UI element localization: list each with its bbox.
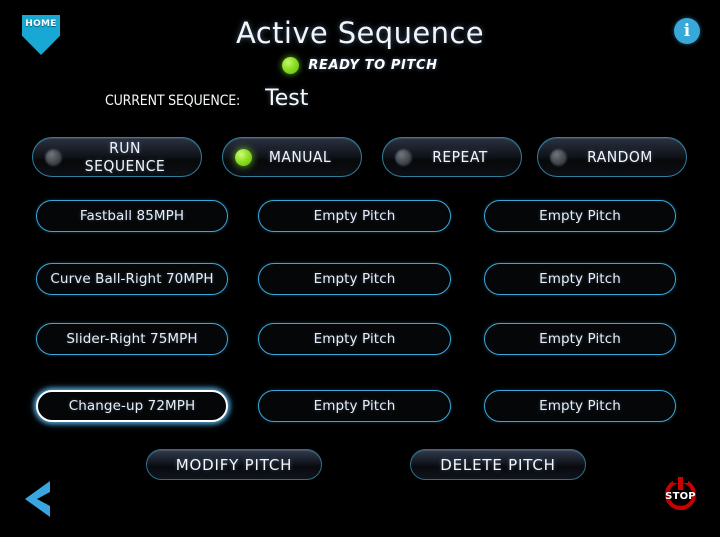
mode-button-label: MANUAL [256, 148, 357, 166]
power-icon-bar [678, 477, 683, 490]
mode-button-label: REPEAT [416, 148, 517, 166]
modify-pitch-button[interactable]: MODIFY PITCH [146, 449, 322, 480]
pitch-slot-label: Fastball 85MPH [80, 208, 184, 224]
pitch-slot-empty[interactable]: Empty Pitch [484, 390, 676, 422]
pitch-slot[interactable]: Curve Ball-Right 70MPH [36, 263, 228, 295]
status-text: READY TO PITCH [308, 58, 437, 73]
mode-button-label: RANDOM [571, 148, 682, 166]
mode-button-run-sequence[interactable]: RUN SEQUENCE [32, 137, 202, 177]
current-sequence-value: Test [265, 86, 308, 111]
mode-button-label: RUN SEQUENCE [67, 139, 196, 175]
modify-pitch-label: MODIFY PITCH [176, 456, 292, 474]
status-led-icon [282, 57, 299, 74]
pitch-slot-empty[interactable]: Empty Pitch [258, 263, 451, 295]
page-title: Active Sequence [0, 16, 720, 50]
mode-led-icon [45, 149, 62, 166]
delete-pitch-label: DELETE PITCH [440, 456, 555, 474]
status-row: READY TO PITCH [0, 57, 720, 74]
pitch-slot-empty[interactable]: Empty Pitch [258, 200, 451, 232]
pitch-slot-label: Empty Pitch [314, 208, 396, 224]
pitch-slot-label: Empty Pitch [314, 331, 396, 347]
current-sequence-row: CURRENT SEQUENCE: Test [105, 86, 308, 111]
stop-button[interactable]: STOP [660, 477, 701, 521]
mode-led-icon [550, 149, 567, 166]
current-sequence-label: CURRENT SEQUENCE: [105, 93, 240, 109]
stop-label: STOP [660, 491, 701, 502]
info-button[interactable]: i [674, 18, 700, 44]
pitch-slot-empty[interactable]: Empty Pitch [484, 200, 676, 232]
pitch-slot-label: Empty Pitch [539, 331, 621, 347]
pitch-slot-empty[interactable]: Empty Pitch [484, 263, 676, 295]
pitch-slot-empty[interactable]: Empty Pitch [258, 390, 451, 422]
pitch-slot-empty[interactable]: Empty Pitch [258, 323, 451, 355]
pitch-slot-label: Slider-Right 75MPH [66, 331, 197, 347]
pitch-slot-label: Empty Pitch [539, 208, 621, 224]
mode-led-icon [395, 149, 412, 166]
pitch-slot-label: Empty Pitch [314, 271, 396, 287]
info-circle-icon: i [674, 18, 700, 44]
mode-button-manual[interactable]: MANUAL [222, 137, 362, 177]
pitch-slot-label: Empty Pitch [539, 271, 621, 287]
pitch-slot-empty[interactable]: Empty Pitch [484, 323, 676, 355]
pitch-slot-label: Curve Ball-Right 70MPH [50, 271, 213, 287]
chevron-left-icon [22, 477, 56, 521]
pitch-slot[interactable]: Slider-Right 75MPH [36, 323, 228, 355]
delete-pitch-button[interactable]: DELETE PITCH [410, 449, 586, 480]
mode-button-repeat[interactable]: REPEAT [382, 137, 522, 177]
pitch-slot-label: Change-up 72MPH [69, 398, 196, 414]
pitch-slot-label: Empty Pitch [539, 398, 621, 414]
pitch-slot-label: Empty Pitch [314, 398, 396, 414]
back-button[interactable] [22, 477, 56, 521]
pitch-grid: Fastball 85MPH Curve Ball-Right 70MPH Slid… [0, 0, 720, 537]
mode-button-row: RUN SEQUENCE MANUAL REPEAT RANDOM [32, 137, 688, 177]
mode-button-random[interactable]: RANDOM [537, 137, 687, 177]
pitch-slot[interactable]: Fastball 85MPH [36, 200, 228, 232]
mode-led-icon [235, 149, 252, 166]
pitch-slot[interactable]: Change-up 72MPH [36, 390, 228, 422]
